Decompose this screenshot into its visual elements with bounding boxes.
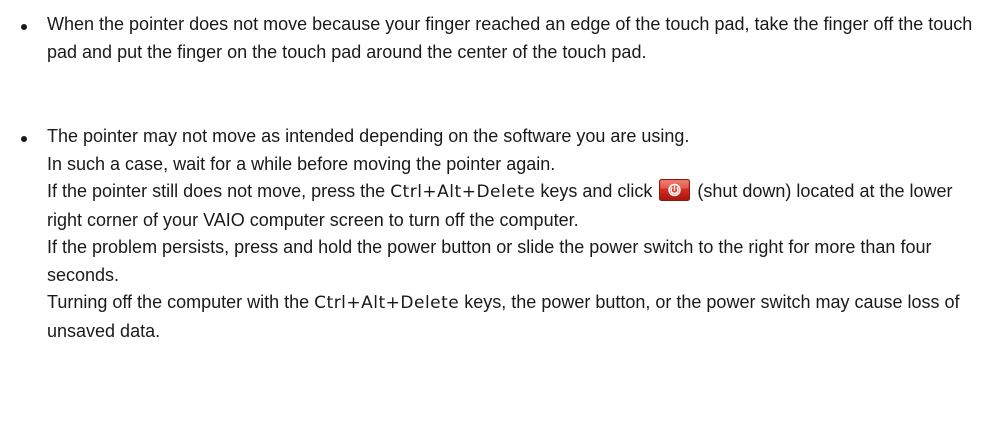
- text-run: keys and click: [535, 181, 658, 201]
- paragraph: If the pointer still does not move, pres…: [47, 178, 977, 234]
- bullet-text: When the pointer does not move because y…: [47, 14, 973, 62]
- bullet-dot: [21, 24, 27, 30]
- text-run: If the pointer still does not move, pres…: [47, 181, 391, 201]
- paragraph: In such a case, wait for a while before …: [47, 153, 556, 174]
- bullet-text: The pointer may not move as intended dep…: [47, 123, 977, 345]
- paragraph: If the problem persists, press and hold …: [47, 237, 932, 285]
- key-combination: Ctrl+Alt+Delete: [314, 293, 460, 313]
- paragraph: The pointer may not move as intended dep…: [47, 126, 690, 146]
- shutdown-icon: [659, 179, 691, 201]
- bullet-dot: [21, 136, 27, 142]
- text-run: Turning off the computer with the: [47, 292, 315, 312]
- key-combination: Ctrl+Alt+Delete: [390, 182, 536, 202]
- paragraph: Turning off the computer with the Ctrl+A…: [47, 289, 977, 345]
